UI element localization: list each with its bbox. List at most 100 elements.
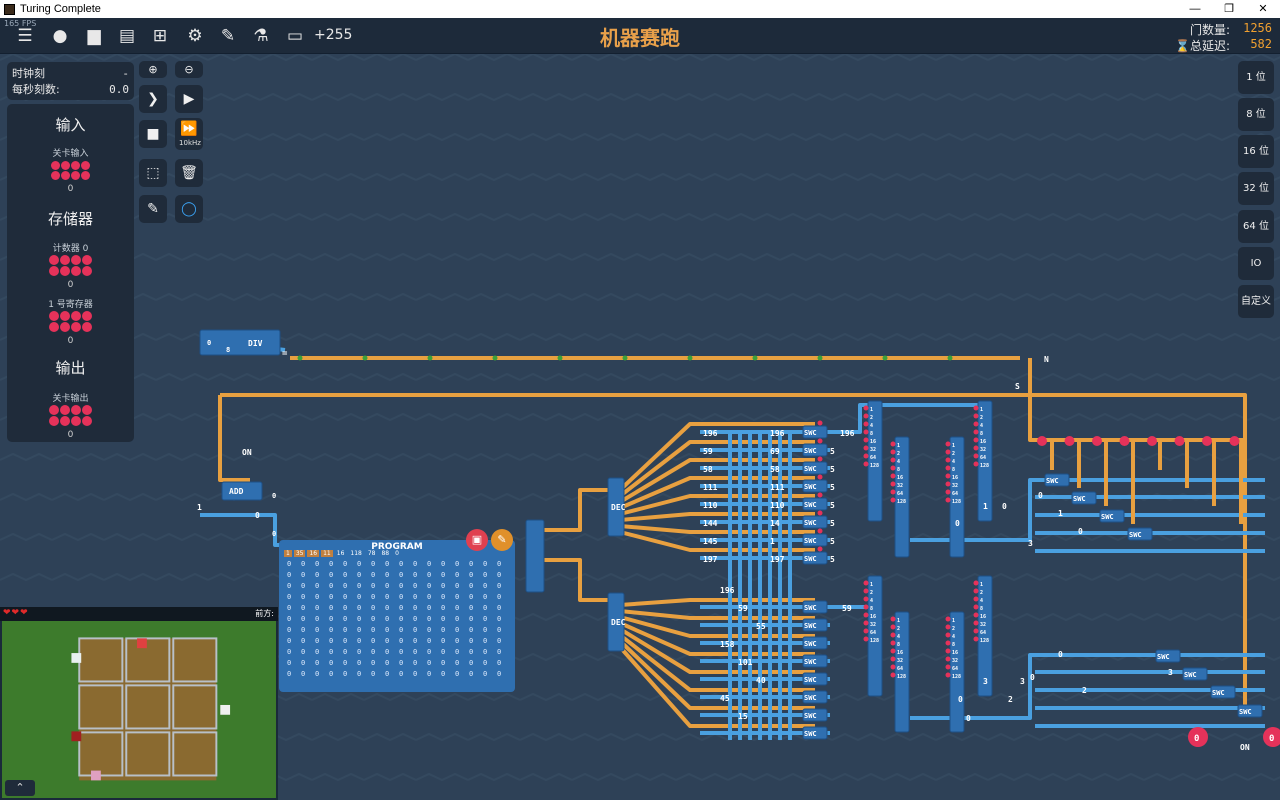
program-cell[interactable]: 0 (287, 659, 301, 670)
bit-custom-button[interactable]: 自定义 (1238, 285, 1274, 318)
program-cell[interactable]: 0 (371, 670, 385, 681)
program-cell[interactable]: 0 (413, 615, 427, 626)
program-cell[interactable]: 0 (315, 659, 329, 670)
program-cell[interactable]: 0 (343, 637, 357, 648)
program-cell[interactable]: 0 (343, 659, 357, 670)
program-cell[interactable]: 0 (399, 670, 413, 681)
program-memory[interactable]: PROGRAM 1 35 16 11 16 118 78 88 0 00000000000000… (279, 540, 515, 692)
program-cell[interactable]: 0 (357, 604, 371, 615)
program-cell[interactable]: 0 (497, 670, 511, 681)
program-cell[interactable]: 0 (287, 604, 301, 615)
program-cell[interactable]: 0 (441, 604, 455, 615)
program-cell[interactable]: 0 (413, 670, 427, 681)
scanner-icon[interactable]: ▭ (284, 26, 306, 46)
program-cell[interactable]: 0 (315, 593, 329, 604)
program-cell[interactable]: 0 (483, 604, 497, 615)
program-cell[interactable]: 0 (455, 648, 469, 659)
zoom-out-button[interactable]: ⊖ (175, 61, 203, 78)
program-cell[interactable]: 0 (427, 615, 441, 626)
program-cell[interactable]: 0 (315, 637, 329, 648)
program-cell[interactable]: 0 (413, 571, 427, 582)
program-cell[interactable]: 0 (315, 648, 329, 659)
program-cell[interactable]: 0 (469, 615, 483, 626)
program-cell[interactable]: 0 (483, 626, 497, 637)
bit-64-button[interactable]: 64 位 (1238, 210, 1274, 243)
program-cell[interactable]: 0 (399, 648, 413, 659)
program-cell[interactable]: 0 (343, 593, 357, 604)
chat-icon[interactable]: ● (49, 26, 71, 46)
program-cell[interactable]: 0 (385, 670, 399, 681)
program-cell[interactable]: 0 (385, 571, 399, 582)
program-cell[interactable]: 0 (385, 659, 399, 670)
program-cell[interactable]: 0 (399, 560, 413, 571)
program-cell[interactable]: 0 (371, 637, 385, 648)
program-cell[interactable]: 0 (287, 637, 301, 648)
program-cell[interactable]: 0 (413, 560, 427, 571)
program-cell[interactable]: 0 (385, 637, 399, 648)
program-cell[interactable]: 0 (413, 626, 427, 637)
program-cell[interactable]: 0 (455, 593, 469, 604)
program-cell[interactable]: 0 (315, 560, 329, 571)
program-cell[interactable]: 0 (399, 626, 413, 637)
program-cell[interactable]: 0 (357, 626, 371, 637)
program-cell[interactable]: 0 (413, 604, 427, 615)
program-cell[interactable]: 0 (315, 604, 329, 615)
program-cell[interactable]: 0 (469, 648, 483, 659)
program-cell[interactable]: 0 (455, 637, 469, 648)
menu-icon[interactable]: ☰ (14, 26, 36, 46)
program-cell[interactable]: 0 (357, 615, 371, 626)
document-icon[interactable]: ▆ (83, 26, 105, 46)
program-cell[interactable]: 0 (301, 571, 315, 582)
program-cell[interactable]: 0 (427, 593, 441, 604)
program-cell[interactable]: 0 (357, 582, 371, 593)
program-cell[interactable]: 0 (315, 670, 329, 681)
program-cell[interactable]: 0 (385, 582, 399, 593)
program-cell[interactable]: 0 (469, 593, 483, 604)
wrench-icon[interactable]: ✎ (217, 26, 239, 46)
program-cell[interactable]: 0 (329, 615, 343, 626)
program-cell[interactable]: 0 (287, 582, 301, 593)
program-cell[interactable]: 0 (469, 626, 483, 637)
program-cell[interactable]: 0 (343, 560, 357, 571)
program-cell[interactable]: 0 (357, 659, 371, 670)
stop-button[interactable]: ■ (139, 120, 167, 148)
bit-32-button[interactable]: 32 位 (1238, 172, 1274, 205)
program-cell[interactable]: 0 (455, 604, 469, 615)
program-cell[interactable]: 0 (413, 582, 427, 593)
program-cell[interactable]: 0 (469, 637, 483, 648)
program-cell[interactable]: 0 (413, 659, 427, 670)
program-cell[interactable]: 0 (371, 571, 385, 582)
program-cell[interactable]: 0 (343, 670, 357, 681)
color-button[interactable]: ◯ (175, 195, 203, 223)
select-button[interactable]: ⬚ (139, 159, 167, 187)
program-cell[interactable]: 0 (497, 648, 511, 659)
delete-button[interactable]: 🗑 (175, 159, 203, 187)
program-cell[interactable]: 0 (399, 659, 413, 670)
program-cell[interactable]: 0 (427, 637, 441, 648)
program-cell[interactable]: 0 (469, 571, 483, 582)
program-cell[interactable]: 0 (455, 626, 469, 637)
program-cell[interactable]: 0 (329, 648, 343, 659)
program-cell[interactable]: 0 (329, 637, 343, 648)
program-cell[interactable]: 0 (315, 626, 329, 637)
program-cell[interactable]: 0 (343, 615, 357, 626)
program-cell[interactable]: 0 (497, 604, 511, 615)
program-cell[interactable]: 0 (287, 648, 301, 659)
program-cell[interactable]: 0 (329, 659, 343, 670)
close-button[interactable]: ✕ (1246, 0, 1280, 18)
program-cell[interactable]: 0 (343, 571, 357, 582)
program-cell[interactable]: 0 (483, 648, 497, 659)
program-cell[interactable]: 0 (427, 659, 441, 670)
program-cell[interactable]: 0 (287, 593, 301, 604)
pencil-button[interactable]: ✎ (139, 195, 167, 223)
program-save-button[interactable]: ▣ (466, 529, 488, 551)
program-cell[interactable]: 0 (469, 560, 483, 571)
program-cell[interactable]: 0 (329, 670, 343, 681)
program-cell[interactable]: 0 (427, 571, 441, 582)
program-cell[interactable]: 0 (427, 626, 441, 637)
program-cell[interactable]: 0 (399, 604, 413, 615)
collapse-preview-button[interactable]: ⌃ (5, 780, 35, 796)
program-cell[interactable]: 0 (441, 670, 455, 681)
program-cell[interactable]: 0 (315, 571, 329, 582)
program-cell[interactable]: 0 (343, 582, 357, 593)
